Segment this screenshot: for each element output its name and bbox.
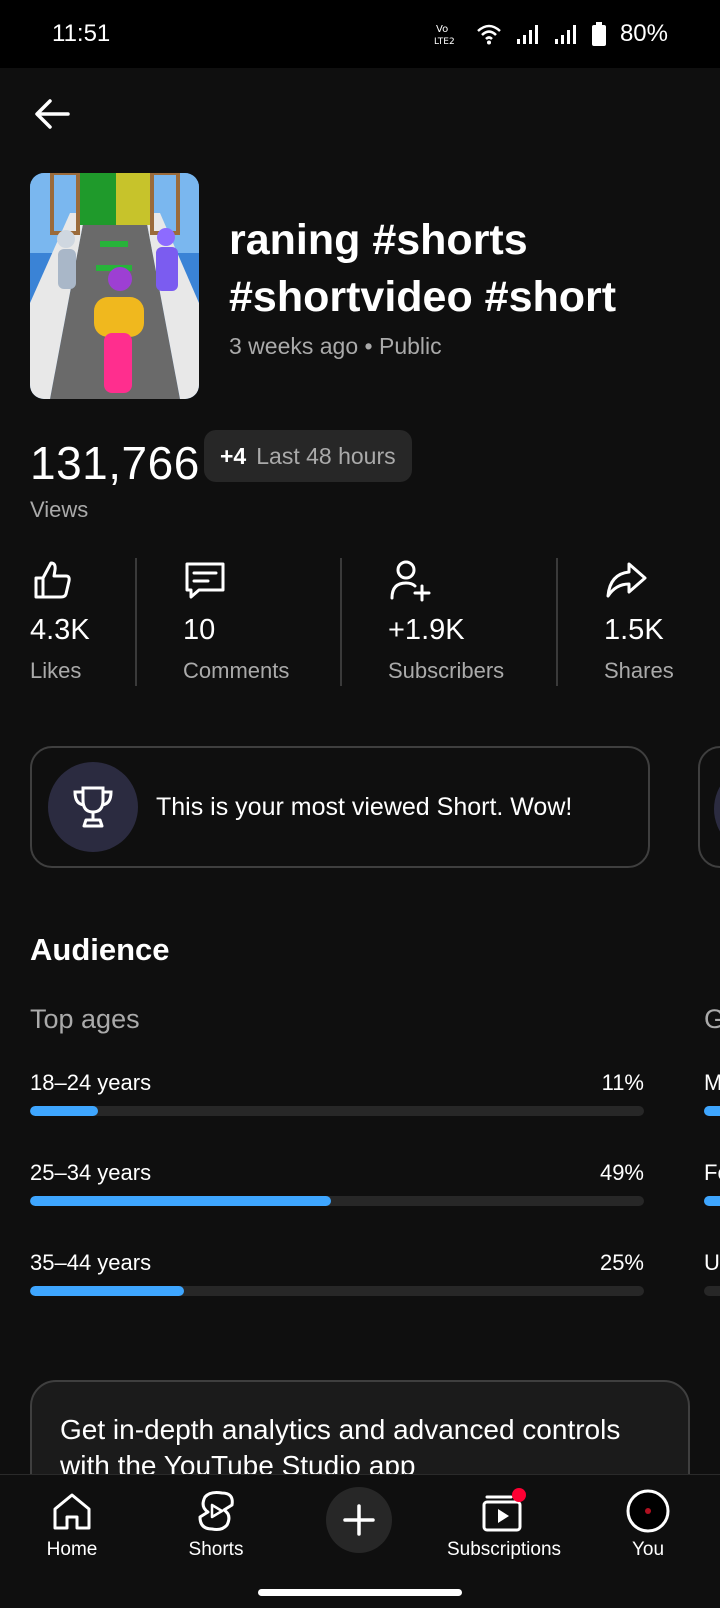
wifi-icon — [476, 23, 502, 45]
gender-bar-fill — [704, 1196, 720, 1206]
views-count: 131,766 — [30, 437, 200, 489]
subscribers-label: Subscribers — [388, 658, 505, 683]
audience-title: Audience — [30, 932, 170, 967]
bottom-nav: Home Shorts Subscriptions You — [0, 1474, 720, 1608]
age-percent: 49% — [599, 1160, 644, 1185]
arrow-left-icon — [35, 99, 70, 129]
gender-bar-track — [704, 1196, 720, 1206]
milestone-card[interactable]: This is your most viewed Short. Wow! — [30, 746, 650, 868]
age-bar-fill — [30, 1196, 331, 1206]
gender-bar-track — [704, 1286, 720, 1296]
likes-label: Likes — [30, 658, 82, 683]
likes-value: 4.3K — [30, 614, 90, 646]
age-row: 18–24 years 11% — [30, 1070, 644, 1116]
app-root: 11:51 Vo LTE2 80% raning #shorts #shortv… — [0, 0, 720, 1608]
gender-label: U — [704, 1250, 720, 1275]
battery-percent: 80% — [619, 20, 668, 47]
views-chip[interactable]: +4 Last 48 hours — [204, 430, 412, 482]
milestone-text: This is your most viewed Short. Wow! — [156, 792, 573, 821]
shares-label: Shares — [604, 658, 674, 683]
views-label: Views — [30, 497, 89, 522]
age-bar-fill — [30, 1106, 98, 1116]
svg-text:Vo: Vo — [436, 24, 448, 35]
volte-icon: Vo LTE2 — [434, 21, 462, 47]
age-bar-track — [30, 1286, 644, 1296]
age-label: 18–24 years — [30, 1070, 152, 1095]
subscriptions-icon — [434, 1485, 574, 1537]
nav-you[interactable]: You — [578, 1485, 718, 1561]
shares-value: 1.5K — [604, 614, 664, 646]
stat-comments[interactable]: 10 Comments — [183, 558, 289, 684]
signal-icon-1 — [516, 23, 540, 45]
age-bar-track — [30, 1106, 644, 1116]
svg-text:LTE2: LTE2 — [434, 37, 455, 47]
gender-label: Fe — [704, 1160, 720, 1185]
trophy-icon — [73, 786, 113, 828]
shorts-icon — [146, 1485, 286, 1537]
nav-you-label: You — [631, 1539, 665, 1560]
age-row: 35–44 years 25% — [30, 1250, 644, 1296]
back-button[interactable] — [28, 90, 76, 138]
milestone-badge — [714, 764, 720, 854]
video-title: raning #shorts #shortvideo #short #… — [229, 216, 617, 321]
age-label: 25–34 years — [30, 1160, 152, 1185]
nav-shorts-label: Shorts — [188, 1539, 244, 1560]
stat-divider — [556, 558, 558, 686]
stat-likes[interactable]: 4.3K Likes — [30, 558, 90, 684]
battery-icon — [591, 22, 606, 46]
age-percent: 11% — [601, 1070, 644, 1095]
subscribers-value: +1.9K — [388, 614, 465, 646]
create-button[interactable] — [326, 1487, 392, 1553]
age-bar-track — [30, 1196, 644, 1206]
home-icon — [2, 1485, 142, 1537]
status-time: 11:51 — [52, 20, 111, 47]
thumb-up-icon — [30, 558, 74, 602]
nav-subscriptions[interactable]: Subscriptions — [434, 1485, 574, 1561]
gender-row: U — [704, 1250, 720, 1296]
gender-label: M — [704, 1070, 720, 1095]
home-indicator[interactable] — [258, 1589, 462, 1596]
gender-bar-fill — [704, 1106, 720, 1116]
nav-shorts[interactable]: Shorts — [146, 1485, 286, 1561]
age-bar-fill — [30, 1286, 184, 1296]
status-icons: Vo LTE2 80% — [434, 20, 668, 48]
gender-title: G — [704, 1004, 720, 1034]
stat-subscribers[interactable]: +1.9K Subscribers — [388, 558, 504, 684]
gender-row: M — [704, 1070, 720, 1116]
gender-bar-track — [704, 1106, 720, 1116]
stat-shares[interactable]: 1.5K Shares — [604, 558, 674, 684]
thumbnail-image — [30, 173, 199, 399]
nav-home[interactable]: Home — [2, 1485, 142, 1561]
comments-label: Comments — [183, 658, 290, 683]
comments-value: 10 — [183, 614, 216, 646]
gender-row: Fe — [704, 1160, 720, 1206]
nav-home-label: Home — [46, 1539, 98, 1560]
avatar — [578, 1485, 718, 1537]
views-delta: +4 — [220, 442, 247, 469]
video-thumbnail[interactable] — [30, 173, 199, 399]
views-period: Last 48 hours — [256, 442, 396, 469]
milestone-badge — [48, 762, 138, 852]
comment-icon — [183, 558, 227, 602]
status-bar: 11:51 Vo LTE2 80% — [0, 0, 720, 68]
share-icon — [604, 558, 648, 602]
nav-subscriptions-label: Subscriptions — [446, 1539, 562, 1560]
age-percent: 25% — [599, 1250, 644, 1275]
stat-divider — [340, 558, 342, 686]
signal-icon-2 — [554, 23, 578, 45]
top-ages-title: Top ages — [30, 1004, 140, 1034]
age-row: 25–34 years 49% — [30, 1160, 644, 1206]
stat-divider — [135, 558, 137, 686]
video-meta: 3 weeks ago • Public — [229, 333, 442, 359]
add-person-icon — [388, 558, 432, 602]
milestone-card-next[interactable] — [698, 746, 720, 868]
age-label: 35–44 years — [30, 1250, 152, 1275]
plus-icon — [343, 1504, 375, 1536]
